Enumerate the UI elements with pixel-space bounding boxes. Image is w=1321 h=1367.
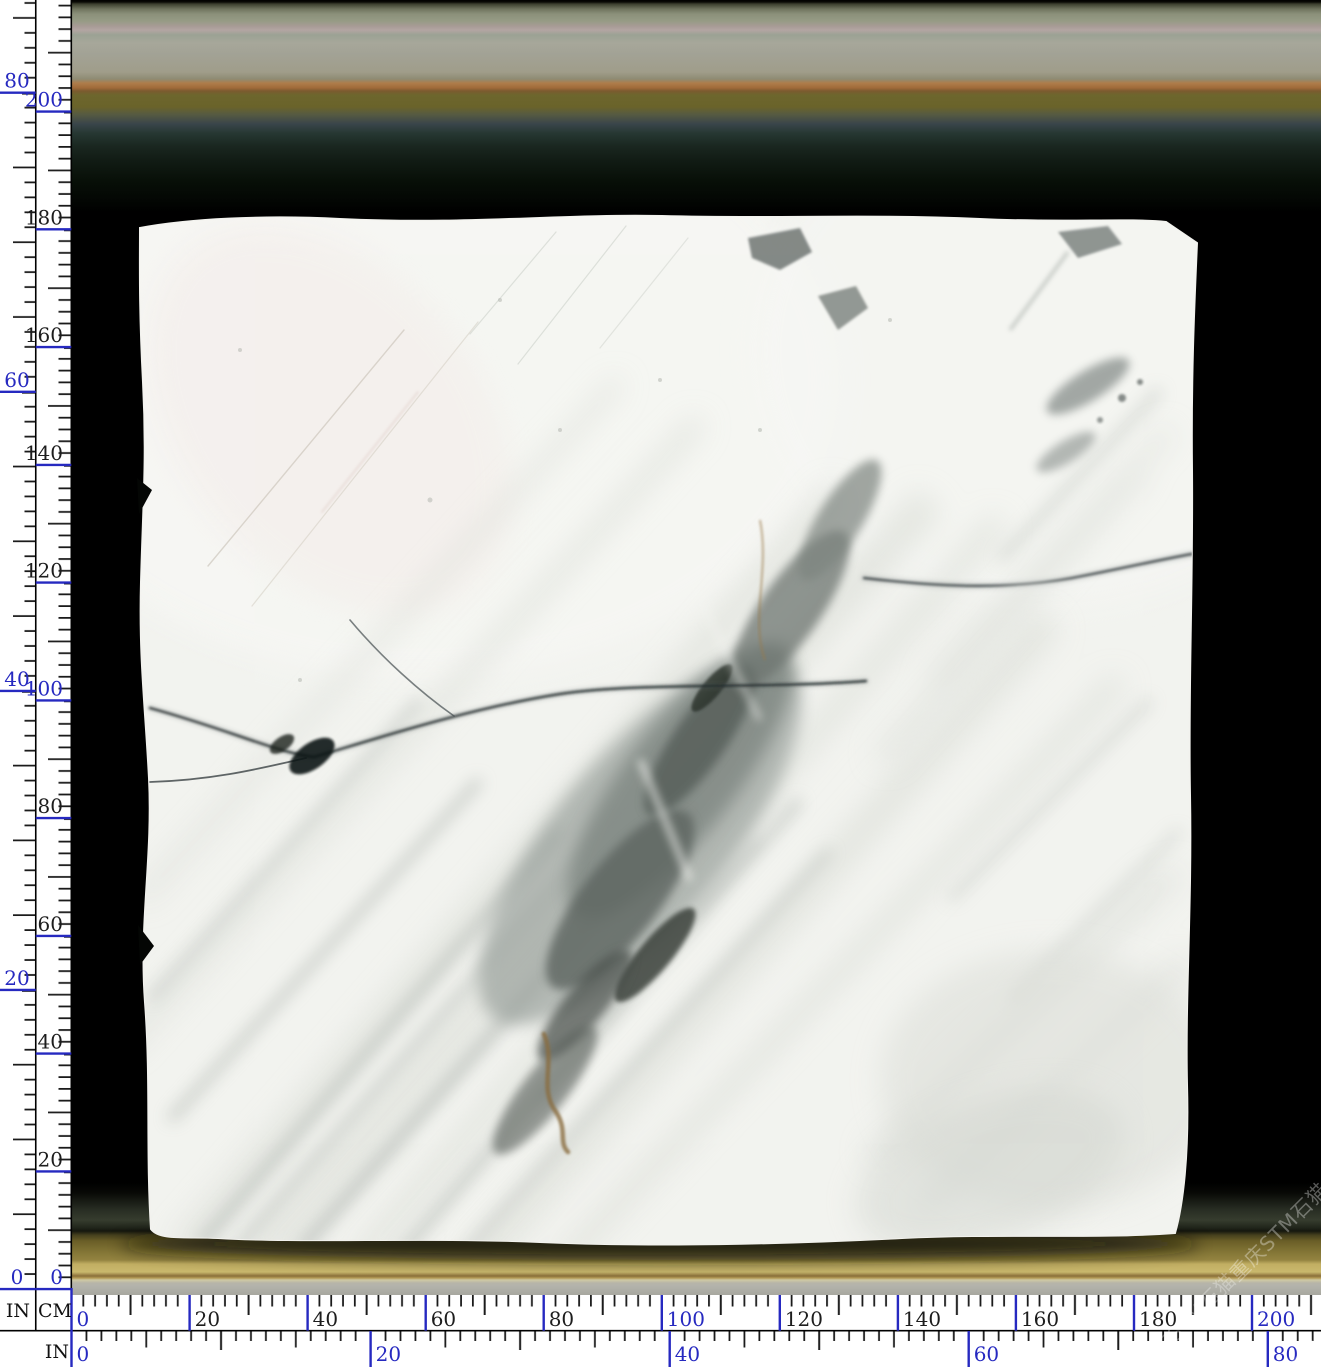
vertical-in-ticks: [0, 0, 36, 1289]
ruler-label: 180: [1139, 1307, 1177, 1331]
ruler-label: 60: [38, 912, 63, 936]
ruler-label: 0: [77, 1307, 90, 1331]
ruler-label: 80: [1273, 1342, 1298, 1366]
ruler-label: 20: [4, 966, 29, 990]
ruler-label: 140: [903, 1307, 941, 1331]
measurement-rulers: 200 180 160 140 120 100 80 60 40 20 0 80…: [0, 0, 1321, 1367]
ruler-label: 40: [313, 1307, 338, 1331]
ruler-label: 80: [549, 1307, 574, 1331]
ruler-label: 40: [4, 667, 29, 691]
ruler-label: 140: [25, 441, 63, 465]
ruler-label: 60: [431, 1307, 456, 1331]
ruler-label: 160: [25, 323, 63, 347]
ruler-label: 100: [667, 1307, 705, 1331]
ruler-label: 60: [4, 368, 29, 392]
ruler-label: 120: [785, 1307, 823, 1331]
ruler-label: 120: [25, 559, 63, 583]
ruler-label: 20: [376, 1342, 401, 1366]
ruler-label: 20: [195, 1307, 220, 1331]
ruler-label: 40: [38, 1030, 63, 1054]
scan-viewport: 200 180 160 140 120 100 80 60 40 20 0 80…: [0, 0, 1321, 1367]
ruler-label: 60: [974, 1342, 999, 1366]
ruler-label: 80: [38, 794, 63, 818]
ruler-label: 40: [675, 1342, 700, 1366]
ruler-label: 100: [25, 676, 63, 700]
ruler-label: 160: [1021, 1307, 1059, 1331]
ruler-label: 200: [25, 88, 63, 112]
blue-marks: [0, 93, 1268, 1367]
ruler-label: 0: [50, 1265, 63, 1289]
ruler-label: 20: [38, 1147, 63, 1171]
ruler-borders: [0, 0, 1321, 1331]
ruler-label: 200: [1257, 1307, 1295, 1331]
ruler-label: 0: [77, 1342, 90, 1366]
unit-label-in-row2: IN: [45, 1341, 69, 1363]
unit-label-in: IN: [6, 1300, 30, 1322]
ruler-label: 180: [25, 205, 63, 229]
vertical-cm-ticks: [36, 0, 71, 1289]
unit-label-cm: CM: [38, 1300, 72, 1322]
ruler-label: 0: [11, 1265, 24, 1289]
ruler-label: 80: [4, 69, 29, 93]
